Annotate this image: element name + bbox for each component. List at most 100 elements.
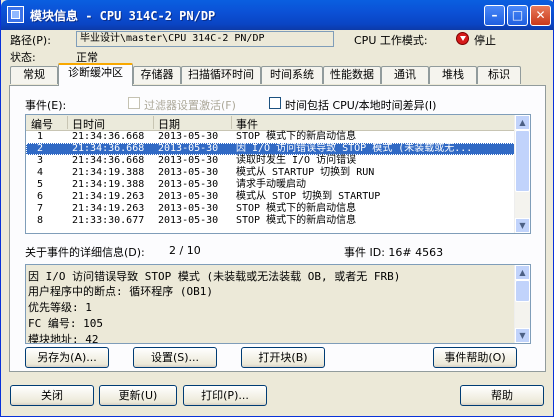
row-date: 2013-05-30 (158, 143, 219, 154)
event-help-button[interactable]: 事件帮助(O) (433, 347, 517, 368)
path-field[interactable]: 毕业设计\master\CPU 314C-2 PN/DP (76, 31, 334, 47)
print-button[interactable]: 打印(P)... (183, 385, 267, 406)
tab-stack[interactable]: 堆栈 (429, 66, 477, 84)
close-window-button[interactable]: ✕ (530, 5, 551, 26)
detail-line: 优先等级: 1 (28, 301, 92, 314)
scroll-up-icon[interactable]: ▲ (515, 115, 530, 130)
tab-communication[interactable]: 通讯 (381, 66, 429, 84)
row-number: 1 (37, 131, 44, 142)
row-date: 2013-05-30 (158, 215, 219, 226)
close-button[interactable]: 关闭 (10, 385, 94, 406)
detail-line: 因 I/O 访问错误导致 STOP 模式 (未装载或无法装载 OB, 或者无 F… (28, 270, 401, 283)
filter-active-label: 过滤器设置激活(F) (144, 99, 236, 112)
row-number: 2 (37, 143, 44, 154)
event-id: 事件 ID: 16# 4563 (344, 246, 444, 259)
module-info-window: 模块信息 - CPU 314C-2 PN/DP – □ ✕ 路径(P): 毕业设… (0, 0, 554, 417)
detail-line: 模块地址: 42 (28, 333, 99, 344)
tab-performance-data[interactable]: 性能数据 (323, 66, 381, 84)
row-number: 8 (37, 215, 44, 226)
maximize-icon: □ (511, 8, 524, 22)
maximize-button[interactable]: □ (507, 5, 528, 26)
events-scrollbar[interactable]: ▲ ▼ (514, 115, 530, 233)
help-button[interactable]: 帮助 (460, 385, 544, 406)
table-row[interactable]: 8 21:33:30.677 2013-05-30 STOP 模式下的新启动信息 (26, 215, 516, 227)
stop-status-icon (456, 32, 469, 45)
row-number: 7 (37, 203, 44, 214)
filter-active-checkbox[interactable] (128, 97, 140, 109)
cpu-mode-value: 停止 (474, 34, 496, 47)
status-label: 状态: (10, 51, 36, 64)
column-header-date[interactable]: 日期 (158, 116, 180, 132)
tab-identification[interactable]: 标识 (477, 66, 521, 84)
table-row[interactable]: 5 21:34:19.388 2013-05-30 请求手动暖启动 (26, 179, 516, 191)
scroll-up-icon[interactable]: ▲ (515, 265, 530, 280)
row-date: 2013-05-30 (158, 191, 219, 202)
column-header-number[interactable]: 编号 (31, 116, 53, 132)
row-event: 模式从 STARTUP 切换到 RUN (236, 167, 375, 178)
details-scrollbar[interactable]: ▲ ▼ (514, 265, 530, 343)
tab-scan-cycle-time[interactable]: 扫描循环时间 (181, 66, 261, 84)
window-title: 模块信息 - CPU 314C-2 PN/DP (30, 9, 216, 23)
path-label: 路径(P): (10, 34, 51, 47)
module-info-icon (7, 6, 24, 23)
table-row[interactable]: 6 21:34:19.263 2013-05-30 模式从 STOP 切换到 S… (26, 191, 516, 203)
row-time: 21:34:19.388 (72, 179, 145, 190)
row-event: 模式从 STOP 切换到 STARTUP (236, 191, 381, 202)
events-label: 事件(E): (25, 99, 67, 112)
detail-line: 用户程序中的断点: 循环程序 (OB1) (28, 285, 213, 298)
scroll-down-icon[interactable]: ▼ (515, 328, 530, 343)
scroll-down-icon[interactable]: ▼ (515, 218, 530, 233)
details-counter: 2 / 10 (169, 244, 201, 257)
save-as-button[interactable]: 另存为(A)... (25, 347, 109, 368)
settings-button[interactable]: 设置(S)... (133, 347, 217, 368)
row-time: 21:34:19.388 (72, 167, 145, 178)
title-bar[interactable]: 模块信息 - CPU 314C-2 PN/DP – □ ✕ (1, 0, 554, 30)
events-table-header: 编号 日时间 日期 事件 (26, 115, 516, 131)
minimize-icon: – (491, 8, 498, 22)
row-event: STOP 模式下的新启动信息 (236, 131, 357, 142)
column-header-time[interactable]: 日时间 (72, 116, 105, 132)
scroll-thumb[interactable] (515, 280, 530, 302)
details-label: 关于事件的详细信息(D): (25, 246, 145, 259)
tab-memory[interactable]: 存储器 (133, 66, 181, 84)
row-time: 21:34:36.668 (72, 155, 145, 166)
row-event: 请求手动暖启动 (236, 179, 306, 190)
row-date: 2013-05-30 (158, 167, 219, 178)
event-details-text[interactable]: 因 I/O 访问错误导致 STOP 模式 (未装载或无法装载 OB, 或者无 F… (25, 264, 531, 344)
events-table[interactable]: 编号 日时间 日期 事件 1 21:34:36.668 2013-05-30 S… (25, 114, 531, 234)
row-date: 2013-05-30 (158, 131, 219, 142)
cpu-mode-label: CPU 工作模式: (354, 34, 428, 47)
minimize-button[interactable]: – (484, 5, 505, 26)
row-event: 因 I/O 访问错误导致 STOP 模式 (未装载或无... (236, 143, 473, 154)
row-time: 21:33:30.677 (72, 215, 145, 226)
row-event: 读取时发生 I/O 访问错误 (236, 155, 357, 166)
row-number: 4 (37, 167, 44, 178)
close-icon: ✕ (535, 8, 546, 22)
detail-line: FC 编号: 105 (28, 317, 103, 330)
tab-time-system[interactable]: 时间系统 (261, 66, 323, 84)
column-header-event[interactable]: 事件 (236, 116, 258, 132)
table-row[interactable]: 1 21:34:36.668 2013-05-30 STOP 模式下的新启动信息 (26, 131, 516, 143)
time-difference-checkbox[interactable] (269, 97, 281, 109)
row-number: 3 (37, 155, 44, 166)
row-time: 21:34:36.668 (72, 131, 145, 142)
table-row[interactable]: 3 21:34:36.668 2013-05-30 读取时发生 I/O 访问错误 (26, 155, 516, 167)
row-event: STOP 模式下的新启动信息 (236, 215, 357, 226)
update-button[interactable]: 更新(U) (99, 385, 177, 406)
table-row[interactable]: 4 21:34:19.388 2013-05-30 模式从 STARTUP 切换… (26, 167, 516, 179)
row-time: 21:34:36.668 (72, 143, 145, 154)
row-event: STOP 模式下的新启动信息 (236, 203, 357, 214)
table-row-selected[interactable]: 2 21:34:36.668 2013-05-30 因 I/O 访问错误导致 S… (26, 143, 516, 155)
scroll-thumb[interactable] (515, 130, 530, 192)
tab-diagnostic-buffer[interactable]: 诊断缓冲区 (58, 63, 133, 86)
open-block-button[interactable]: 打开块(B) (241, 347, 325, 368)
row-time: 21:34:19.263 (72, 203, 145, 214)
tab-general[interactable]: 常规 (10, 66, 58, 84)
table-row[interactable]: 7 21:34:19.263 2013-05-30 STOP 模式下的新启动信息 (26, 203, 516, 215)
row-number: 5 (37, 179, 44, 190)
row-date: 2013-05-30 (158, 155, 219, 166)
row-number: 6 (37, 191, 44, 202)
time-difference-label: 时间包括 CPU/本地时间差异(I) (285, 99, 437, 112)
row-time: 21:34:19.263 (72, 191, 145, 202)
row-date: 2013-05-30 (158, 179, 219, 190)
